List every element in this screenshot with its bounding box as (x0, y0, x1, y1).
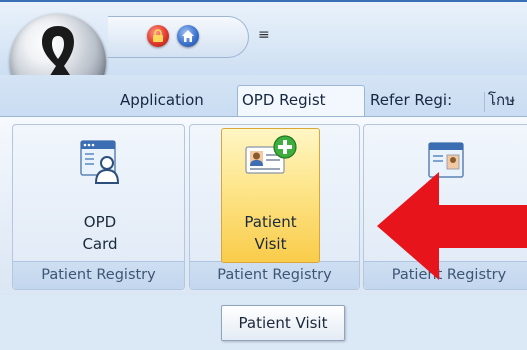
group-label: Patient Registry (13, 261, 184, 289)
customize-qat-button[interactable]: ≡ (258, 28, 270, 42)
patient-visit-icon (245, 135, 297, 174)
tooltip: Patient Visit (221, 305, 345, 341)
lock-button[interactable] (147, 25, 169, 47)
patient-visit-label-line1: Patient (244, 213, 297, 231)
patient-visit-label: Patient Visit (222, 211, 319, 255)
opd-card-label: OPD Card (60, 211, 140, 255)
opd-card-button[interactable]: OPD Card (60, 131, 140, 259)
tab-opd-regist[interactable]: OPD Regist (237, 85, 365, 117)
lock-icon (153, 29, 163, 42)
tab-application[interactable]: Application (116, 86, 234, 115)
opd-card-icon (80, 140, 120, 184)
red-arrow-annotation (377, 172, 527, 280)
opd-card-label-line1: OPD (83, 213, 117, 231)
patient-visit-button[interactable]: Patient Visit (221, 128, 320, 263)
group-label: Patient Registry (190, 261, 359, 289)
tab-refer-regist[interactable]: Refer Regi: (366, 86, 484, 115)
window-border (0, 0, 527, 2)
opd-card-label-line2: Card (82, 235, 118, 253)
tab-thai[interactable]: โกษ (484, 86, 527, 115)
patient-visit-label-line2: Visit (254, 235, 287, 253)
home-icon (182, 30, 194, 42)
home-button[interactable] (177, 25, 199, 47)
